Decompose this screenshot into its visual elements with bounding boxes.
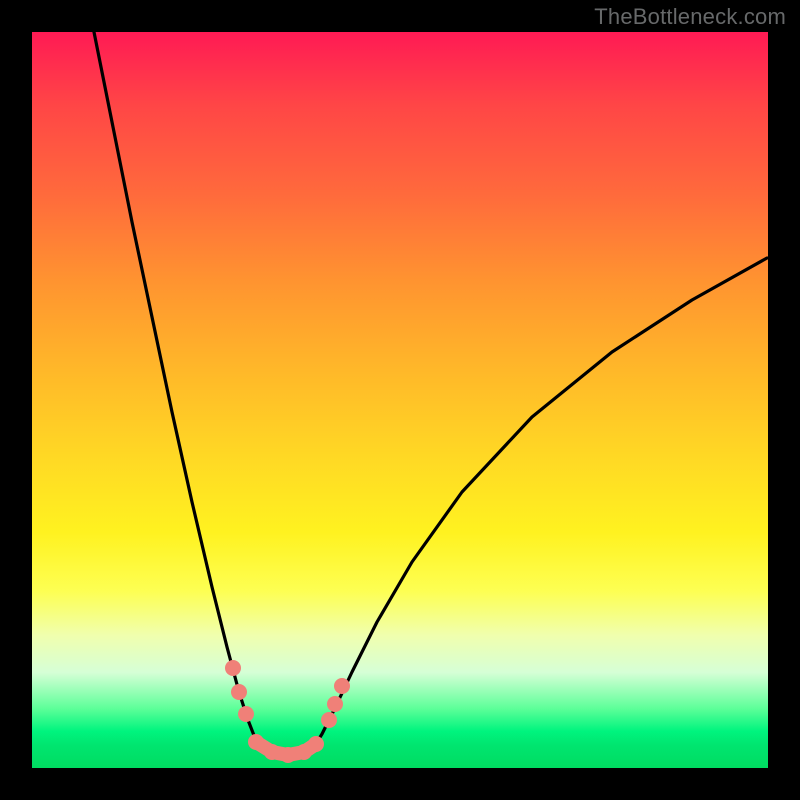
marker-dot	[231, 684, 247, 700]
marker-dot	[248, 734, 264, 750]
marker-dot	[334, 678, 350, 694]
marker-dot	[225, 660, 241, 676]
chart-frame: TheBottleneck.com	[0, 0, 800, 800]
marker-dot	[327, 696, 343, 712]
marker-dot	[264, 744, 280, 760]
chart-svg	[32, 32, 768, 768]
marker-dot	[308, 736, 324, 752]
curve-left-branch	[94, 32, 262, 750]
marker-dot	[321, 712, 337, 728]
marker-group	[225, 660, 350, 763]
curve-right-branch	[312, 258, 767, 750]
marker-dot	[238, 706, 254, 722]
marker-dot	[280, 747, 296, 763]
watermark-text: TheBottleneck.com	[594, 4, 786, 30]
plot-area	[32, 32, 768, 768]
